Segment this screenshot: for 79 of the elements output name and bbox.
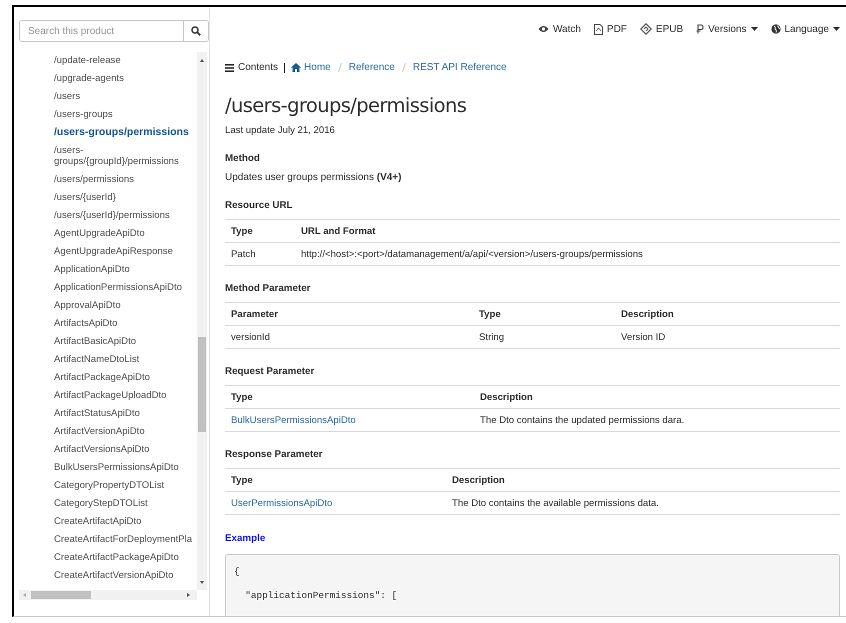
sidebar-item[interactable]: /users-groups/{groupId}/permissions <box>54 142 194 171</box>
watch-link[interactable]: Watch <box>538 24 581 34</box>
sidebar-item[interactable]: ArtifactsApiDto <box>54 315 194 333</box>
column-header: Description <box>615 302 840 326</box>
code-block: { "applicationPermissions": [ <box>225 554 840 616</box>
table-cell: Patch <box>225 242 295 266</box>
eye-icon <box>538 25 549 33</box>
sidebar-item[interactable]: ArtifactPackageApiDto <box>54 369 194 387</box>
sidebar-item[interactable]: CreateArtifactVersionApiDto <box>54 567 194 585</box>
sidebar-item[interactable]: /users/{userId}/permissions <box>54 207 194 225</box>
column-header: Parameter <box>225 302 473 326</box>
column-header: Type <box>473 302 615 326</box>
sidebar-item[interactable]: ArtifactPackageUploadDto <box>54 387 194 405</box>
versions-menu[interactable]: Versions <box>696 24 758 34</box>
home-icon <box>291 63 302 72</box>
document-icon <box>594 24 603 34</box>
sidebar-item[interactable]: /users-groups/permissions <box>54 124 194 142</box>
sidebar-item[interactable]: ArtifactStatusApiDto <box>54 405 194 423</box>
column-header: Type <box>225 468 446 492</box>
slash-separator-icon <box>338 63 342 72</box>
contents-toggle[interactable]: Contents <box>225 62 278 73</box>
epub-link[interactable]: EPUB <box>640 23 684 35</box>
column-header: Description <box>474 386 840 408</box>
sidebar-item[interactable]: CategoryStepDTOList <box>54 495 194 513</box>
sidebar-item[interactable]: ArtifactVersionsApiDto <box>54 441 194 459</box>
type-link[interactable]: BulkUsersPermissionsApiDto <box>231 414 356 426</box>
table-cell: The Dto contains the available permissions data. <box>446 492 840 514</box>
sidebar-item[interactable]: CreateArtifactForDeploymentPla <box>54 531 194 549</box>
sidebar-item[interactable]: AgentUpgradeApiResponse <box>54 243 194 261</box>
column-header: URL and Format <box>295 220 840 242</box>
sidebar-item[interactable]: ApprovalApiDto <box>54 297 194 315</box>
horizontal-scrollbar[interactable] <box>19 590 197 600</box>
last-update-text: Last update July 21, 2016 <box>225 125 336 136</box>
type-link[interactable]: UserPermissionsApiDto <box>231 498 332 508</box>
section-heading: Method <box>225 153 261 164</box>
search-icon <box>191 26 201 36</box>
sidebar-item[interactable]: BulkUsersPermissionsApiDto <box>54 459 194 477</box>
search-button[interactable] <box>183 21 208 41</box>
sidebar-item[interactable]: CategoryPropertyDTOList <box>54 477 194 495</box>
breadcrumb-link[interactable]: Home <box>291 62 331 73</box>
example-heading: Example <box>225 533 266 544</box>
sidebar-item[interactable]: /users-groups <box>54 106 194 124</box>
sidebar-item[interactable]: /update-release <box>54 52 194 70</box>
table-cell: The Dto contains the updated permissions dara. <box>474 408 840 432</box>
table-cell: Version ID <box>615 326 840 348</box>
column-header: Description <box>446 468 840 492</box>
table-cell: versionId <box>225 326 473 348</box>
pdf-link[interactable]: PDF <box>594 24 627 34</box>
vertical-scrollbar[interactable] <box>197 52 207 590</box>
section-heading: Response Parameter <box>225 449 324 460</box>
sidebar-item[interactable]: AgentUpgradeApiDto <box>54 225 194 243</box>
sidebar-item[interactable]: ApplicationPermissionsApiDto <box>54 279 194 297</box>
sidebar-item[interactable]: /users <box>54 88 194 106</box>
language-menu[interactable]: Language <box>770 24 840 34</box>
sidebar-item[interactable]: ArtifactVersionApiDto <box>54 423 194 441</box>
section-heading: Resource URL <box>225 200 294 211</box>
section-heading: Request Parameter <box>225 366 316 377</box>
breadcrumb-link[interactable]: REST API Reference <box>412 62 507 73</box>
slash-separator-icon <box>402 63 406 72</box>
table-cell: http://<host>:<port>/datamanagement/a/api/<version>/users-groups/permissions <box>295 242 840 266</box>
sidebar-item[interactable]: /users/permissions <box>54 171 194 189</box>
table-cell: String <box>473 326 615 348</box>
diamond-icon <box>640 23 652 35</box>
description-text: Updates user groups permissions (V4+) <box>225 172 402 183</box>
column-header: Type <box>225 386 474 408</box>
sidebar-item[interactable]: ArtifactBasicApiDto <box>54 333 194 351</box>
search-field[interactable]: Search this product <box>19 20 209 42</box>
page-title: /users-groups/permissions <box>225 94 468 117</box>
column-header: Type <box>225 220 295 242</box>
globe-icon <box>770 24 780 34</box>
breadcrumb-link[interactable]: Reference <box>348 62 395 73</box>
sidebar-item[interactable]: ApplicationApiDto <box>54 261 194 279</box>
menu-icon <box>225 64 234 72</box>
sidebar-item[interactable]: CreateArtifactPackageApiDto <box>54 549 194 567</box>
sidebar-item[interactable]: ArtifactNameDtoList <box>54 351 194 369</box>
section-heading: Method Parameter <box>225 283 312 294</box>
sidebar-item[interactable]: /upgrade-agents <box>54 70 194 88</box>
sidebar-item[interactable]: /users/{userId} <box>54 189 194 207</box>
sidebar-item[interactable]: CreateArtifactApiDto <box>54 513 194 531</box>
